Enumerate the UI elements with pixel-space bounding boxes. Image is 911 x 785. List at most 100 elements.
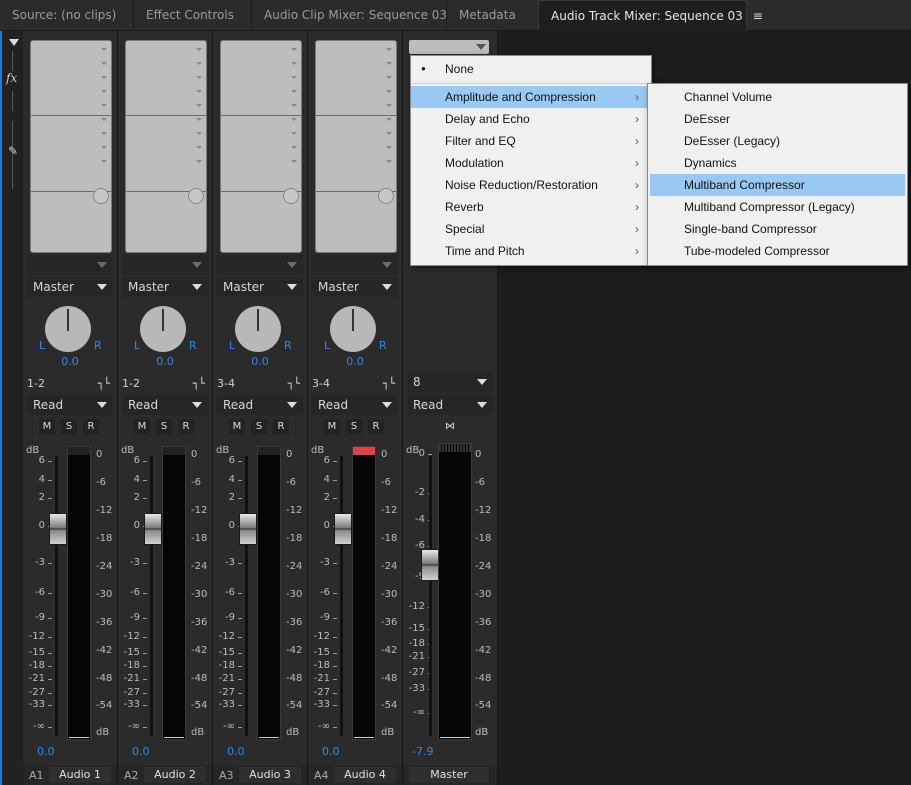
- mute-button[interactable]: M: [229, 419, 245, 435]
- slot-knob[interactable]: [378, 188, 394, 204]
- slot-dropdown-icon[interactable]: [291, 104, 297, 107]
- automation-select[interactable]: Read: [312, 395, 398, 415]
- routing-icon[interactable]: ┐└: [288, 377, 300, 390]
- menu-item-category[interactable]: Noise Reduction/Restoration ›: [411, 174, 648, 196]
- output-select[interactable]: Master: [312, 277, 398, 297]
- slot-dropdown-icon[interactable]: [196, 90, 202, 93]
- send-dropdown[interactable]: [27, 255, 113, 275]
- submenu-item[interactable]: DeEsser: [650, 108, 905, 130]
- slot-dropdown-icon[interactable]: [196, 146, 202, 149]
- master-channels-select[interactable]: 8: [407, 372, 493, 392]
- volume-fader[interactable]: [239, 513, 257, 545]
- solo-button[interactable]: S: [251, 419, 267, 435]
- peak-indicator[interactable]: [353, 447, 375, 455]
- routing-icon[interactable]: ┐└: [193, 377, 205, 390]
- record-button[interactable]: R: [83, 419, 99, 435]
- track-name[interactable]: Audio 3: [239, 767, 301, 783]
- slot-dropdown-icon[interactable]: [386, 62, 392, 65]
- slot-dropdown-icon[interactable]: [291, 132, 297, 135]
- slot-dropdown-icon[interactable]: [386, 48, 392, 51]
- pan-value[interactable]: 0.0: [213, 355, 307, 368]
- slot-dropdown-icon[interactable]: [196, 118, 202, 121]
- pan-knob[interactable]: [235, 306, 281, 352]
- record-button[interactable]: R: [368, 419, 384, 435]
- tab-source[interactable]: Source: (no clips): [0, 0, 134, 30]
- master-name[interactable]: Master: [409, 767, 489, 783]
- slot-dropdown-icon[interactable]: [386, 160, 392, 163]
- send-dropdown[interactable]: [217, 255, 303, 275]
- output-select[interactable]: Master: [27, 277, 113, 297]
- volume-value[interactable]: 0.0: [227, 745, 245, 758]
- pan-value[interactable]: 0.0: [118, 355, 212, 368]
- menu-item-category[interactable]: Reverb ›: [411, 196, 648, 218]
- automation-select[interactable]: Read: [27, 395, 113, 415]
- submenu-item[interactable]: Single-band Compressor: [650, 218, 905, 240]
- mute-button[interactable]: M: [134, 419, 150, 435]
- slot-dropdown-icon[interactable]: [101, 104, 107, 107]
- slot-dropdown-icon[interactable]: [291, 90, 297, 93]
- tab-audio-clip-mixer[interactable]: Audio Clip Mixer: Sequence 03: [252, 0, 447, 30]
- slot-dropdown-icon[interactable]: [386, 118, 392, 121]
- solo-button[interactable]: S: [156, 419, 172, 435]
- slot-dropdown-icon[interactable]: [291, 48, 297, 51]
- tab-effect-controls[interactable]: Effect Controls: [134, 0, 252, 30]
- volume-value[interactable]: 0.0: [322, 745, 340, 758]
- slot-dropdown-icon[interactable]: [101, 146, 107, 149]
- slot-dropdown-icon[interactable]: [386, 76, 392, 79]
- solo-button[interactable]: S: [61, 419, 77, 435]
- volume-fader[interactable]: [49, 513, 67, 545]
- peak-indicator[interactable]: [163, 447, 185, 455]
- slot-dropdown-icon[interactable]: [196, 48, 202, 51]
- master-effects-rack[interactable]: [409, 40, 489, 54]
- routing-icon[interactable]: ┐└: [98, 377, 110, 390]
- volume-value[interactable]: 0.0: [132, 745, 150, 758]
- submenu-item[interactable]: Multiband Compressor: [650, 174, 905, 196]
- submenu-item[interactable]: Dynamics: [650, 152, 905, 174]
- slot-dropdown-icon[interactable]: [291, 118, 297, 121]
- slot-dropdown-icon[interactable]: [386, 146, 392, 149]
- slot-dropdown-icon[interactable]: [196, 62, 202, 65]
- send-dropdown[interactable]: [312, 255, 398, 275]
- peak-indicator[interactable]: [68, 447, 90, 455]
- slot-dropdown-icon[interactable]: [101, 160, 107, 163]
- master-volume-value[interactable]: -7.9: [412, 745, 433, 758]
- menu-item-category[interactable]: Time and Pitch ›: [411, 240, 648, 262]
- automation-select[interactable]: Read: [217, 395, 303, 415]
- slot-dropdown-icon[interactable]: [291, 146, 297, 149]
- effects-rack[interactable]: [220, 40, 302, 253]
- slot-dropdown-icon[interactable]: [196, 76, 202, 79]
- volume-fader[interactable]: [144, 513, 162, 545]
- peak-indicator[interactable]: [439, 444, 471, 452]
- link-icon[interactable]: ⋈: [442, 419, 458, 435]
- submenu-item[interactable]: DeEsser (Legacy): [650, 130, 905, 152]
- master-volume-fader[interactable]: [421, 549, 439, 581]
- slot-dropdown-icon[interactable]: [291, 160, 297, 163]
- slot-dropdown-icon[interactable]: [291, 76, 297, 79]
- solo-button[interactable]: S: [346, 419, 362, 435]
- slot-dropdown-icon[interactable]: [196, 132, 202, 135]
- slot-dropdown-icon[interactable]: [386, 90, 392, 93]
- volume-value[interactable]: 0.0: [37, 745, 55, 758]
- slot-dropdown-icon[interactable]: [291, 62, 297, 65]
- collapse-triangle-icon[interactable]: [9, 39, 19, 46]
- routing-icon[interactable]: ┐└: [383, 377, 395, 390]
- pan-value[interactable]: 0.0: [23, 355, 117, 368]
- tab-metadata[interactable]: Metadata: [447, 0, 538, 30]
- slot-knob[interactable]: [188, 188, 204, 204]
- send-dropdown[interactable]: [122, 255, 208, 275]
- slot-dropdown-icon[interactable]: [101, 48, 107, 51]
- effects-rack[interactable]: [30, 40, 112, 253]
- slot-dropdown-icon[interactable]: [386, 132, 392, 135]
- record-button[interactable]: R: [273, 419, 289, 435]
- menu-item-category[interactable]: Special ›: [411, 218, 648, 240]
- slot-dropdown-icon[interactable]: [101, 90, 107, 93]
- slot-dropdown-icon[interactable]: [196, 160, 202, 163]
- pan-knob[interactable]: [45, 306, 91, 352]
- record-button[interactable]: R: [178, 419, 194, 435]
- output-select[interactable]: Master: [217, 277, 303, 297]
- pan-knob[interactable]: [330, 306, 376, 352]
- slot-knob[interactable]: [283, 188, 299, 204]
- effects-rack[interactable]: [315, 40, 397, 253]
- volume-fader[interactable]: [334, 513, 352, 545]
- mute-button[interactable]: M: [39, 419, 55, 435]
